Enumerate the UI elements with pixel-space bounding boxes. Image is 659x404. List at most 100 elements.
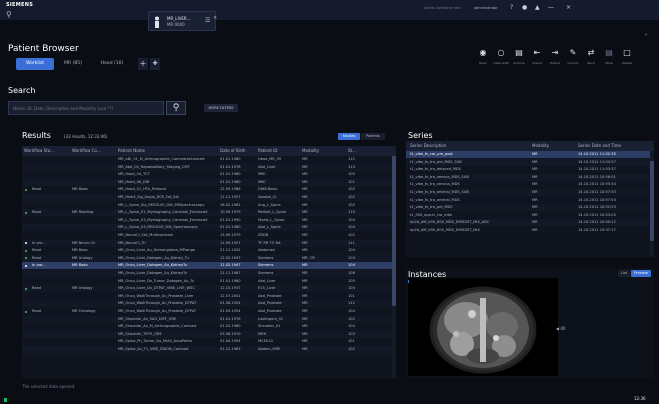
results-cell-comment: MR Basic [72, 248, 89, 253]
table-row[interactable]: MR_Shoulder_TR75_GRE 03.06.1970 MRH MR 103 [22, 330, 396, 338]
tab-mr[interactable]: MR (85) [56, 58, 90, 70]
results-cell-mod: MR [302, 210, 308, 215]
list-icon[interactable]: ☰ [205, 18, 211, 24]
results-scrollbar[interactable] [392, 156, 396, 378]
series-row[interactable]: ep2d_diff_b50_800_MDS_DYNDIST_MIX_ADC MR 1… [406, 219, 654, 227]
series-row[interactable]: t1_vibe_fs_tra_pre_MDS_SUB MR 14.10.2011 1… [406, 158, 654, 166]
table-row[interactable]: In pro... MR Basic MR_Onco_Liver_Dotagen_A… [22, 262, 396, 270]
series-col-mod[interactable]: Modality [532, 141, 578, 151]
series-scrollbar[interactable] [650, 151, 654, 257]
export-icon[interactable]: ⇥ [546, 48, 564, 57]
transfer-icon[interactable]: ⇄ [582, 48, 600, 57]
list-view-button[interactable]: List [618, 270, 630, 277]
search-input[interactable] [8, 101, 164, 115]
results-cell-dob: 01.12.1983 [220, 347, 241, 351]
user-icon[interactable]: ● [522, 4, 527, 11]
series-cell-desc: t1_vibe_fs_tra_arterial_MDS_SUB [410, 190, 469, 194]
table-row[interactable]: Read MR Urology MR_Onco_Liver_Dx_DTPAT_VIB… [22, 285, 396, 293]
more-filters-button[interactable]: MORE FILTERS [204, 104, 238, 112]
series-row[interactable]: t1_vibe_fs_cor_pre_post MR 14.10.2011 11:0… [406, 151, 654, 158]
pin-tab-button[interactable]: ✚ [150, 58, 160, 70]
brand-logo: SIEMENS [6, 2, 34, 8]
results-col-mod[interactable]: Modality [302, 146, 346, 156]
table-row[interactable]: Read MR Basic MR_Onco_Liver_Au_Hemangioma_… [22, 247, 396, 254]
open-icon[interactable]: ◉ [474, 48, 492, 57]
table-row[interactable]: MR_Shoulder_Ax_M_Arthrographie_Contrast 0… [22, 323, 396, 330]
series-row[interactable]: ep2d_diff_b50_800_MDS_DYNDIST_MIX MR 14.10… [406, 227, 654, 234]
series-col-desc[interactable]: Series Description [410, 141, 530, 151]
table-row[interactable]: MR_NeuroCI_Std_Multicontrast 13.09.1979 ZR… [22, 232, 396, 239]
series-row[interactable]: t1_vibe_fs_tra_pre_MDS MR 14.10.2011 10:52… [406, 204, 654, 212]
settings-icon[interactable]: ▲ [535, 4, 540, 11]
search-button[interactable]: ⚲ [166, 101, 186, 115]
results-cell-name: MR_NeuroCI_Std_Multicontrast [118, 233, 173, 237]
series-cell-date: 14.10.2011 10:53:03 [578, 212, 616, 217]
results-cell-comment [72, 232, 118, 239]
minimize-icon[interactable]: — [548, 4, 554, 11]
studies-toggle[interactable]: Studies [338, 133, 360, 140]
expand-icon[interactable]: ↗ [644, 32, 647, 37]
series-row[interactable]: t1_vibe_fs_tra_arterial_MDS MR 14.10.2011 … [406, 197, 654, 204]
results-col-comment[interactable]: Workflow Co... [72, 146, 118, 156]
results-cell-dob: 01.04.1954 [220, 339, 241, 344]
archive-icon[interactable]: ▤ [510, 48, 528, 57]
add-tab-button[interactable]: + [138, 58, 148, 70]
table-row[interactable]: MR_Spine_Ax_T1_VIBE_DIXON_Contrast 01.12.… [22, 346, 396, 353]
table-row[interactable]: MR_Abd_04_Hepatobiliary_Staging_CMT 01.01… [22, 163, 396, 171]
series-col-date[interactable]: Series Date and Time [578, 141, 648, 151]
series-row[interactable]: t1_vibe_fs_tra_venous_MDS_SUB MR 14.10.201… [406, 173, 654, 181]
table-row[interactable]: MR_Heart_Sig_Angio_DCE_Fat_Sat 11.11.1957… [22, 194, 396, 201]
help-icon[interactable]: ? [510, 4, 513, 11]
table-row[interactable]: MR_L_Spine_03_RESOLVE_DW_Spectroscopy 01.… [22, 224, 396, 232]
close-patient-icon[interactable]: × [213, 15, 217, 21]
table-row[interactable]: Read MR Oncology MR_Onco_WalkThrough_Au_Pr… [22, 308, 396, 315]
series-row[interactable]: t1_vibe_fs_tra_delayed_MDS MR 14.10.2011 1… [406, 166, 654, 173]
table-row[interactable]: MR_Spine_Pn_Tumor_Dx_Multi_AutoPelvis 01.… [22, 338, 396, 345]
results-col-pid[interactable]: Patient ID [258, 146, 300, 156]
series-cell-mod: MR [532, 212, 538, 217]
import-icon[interactable]: ⇤ [528, 48, 546, 57]
table-row[interactable]: MR_aBr_01_M_Arthrographie_Contrastenhanc… [22, 156, 396, 163]
open-with-icon[interactable]: ○ [492, 48, 510, 57]
results-cell-mod: MR [302, 202, 308, 207]
edit-icon[interactable]: ✎ [564, 48, 582, 57]
delete-icon[interactable]: □ [618, 48, 636, 57]
results-col-dob[interactable]: Date of Birth [220, 146, 258, 156]
results-cell-st: 102 [348, 347, 355, 351]
table-row[interactable]: In pro... MR Neuro Ch MR_NeuroCI_Tri 11.09.… [22, 239, 396, 247]
tab-worklist[interactable]: Worklist [16, 58, 54, 70]
workflow-status-dot [25, 211, 27, 214]
results-col-st[interactable]: St... [348, 146, 388, 156]
mri-preview-image[interactable] [408, 278, 558, 376]
more-icon[interactable]: ▤ [600, 48, 618, 57]
search-icon[interactable]: ⚲ [6, 10, 15, 19]
close-icon[interactable]: × [566, 4, 571, 11]
table-row[interactable]: MR_Onco_Liver_Dotagen_Au_KidneyTu 21.11.1… [22, 270, 396, 277]
table-row[interactable]: MR_Head_04_TCT 01.01.1980 MRC MR 105 [22, 171, 396, 178]
patient-chip[interactable]: MR_LIVER... MR 0000 ☰ × [148, 11, 217, 31]
table-row[interactable]: Read MR Urology MR_Onco_Liver_Dotagen_Au_K… [22, 254, 396, 262]
table-row[interactable]: MR_L_Spine_Sig_RESOLVE_DW_MRSpectroscopy… [22, 202, 396, 209]
table-row[interactable]: MR_L_Spine_03_Myelography_Contrast_Enhan… [22, 217, 396, 224]
results-cell-comment: MR Neuro Ch [72, 240, 96, 245]
table-row[interactable]: MR_Head_06_Diff 01.01.1980 MRC MR 101 [22, 178, 396, 186]
results-cell-st: 102 [348, 316, 355, 321]
results-cell-comment [72, 164, 118, 171]
patients-toggle[interactable]: Patients [361, 133, 385, 140]
table-row[interactable]: MR_Onco_Liver_Dx_Tumor_Dotagen_Au_Tu 01.0… [22, 278, 396, 285]
table-row[interactable]: MR_Shoulder_Ax_SAG_DIFF_GRE 01.01.1976 Las… [22, 315, 396, 323]
table-row[interactable]: Read MR Reading MR_L_Spine_01_Myelography_… [22, 209, 396, 217]
table-row[interactable]: MR_Onco_WalkThrough_Au_Prostate_DTPAT 01.… [22, 300, 396, 308]
series-row[interactable]: t1_vibe_fs_tra_arterial_MDS_SUB MR 14.10.2… [406, 189, 654, 196]
series-scroll-thumb[interactable] [650, 161, 654, 241]
results-cell-dob: 01.05.1954 [220, 309, 241, 313]
tab-head[interactable]: Head (10) [92, 58, 132, 70]
preview-view-button[interactable]: Preview [631, 270, 651, 277]
results-scroll-thumb[interactable] [392, 156, 396, 306]
series-row[interactable]: t1_fl2d_opp-in_tra_mbh MR 14.10.2011 10:53… [406, 212, 654, 219]
results-col-status[interactable]: Workflow Sta... [24, 146, 72, 156]
series-row[interactable]: t1_vibe_fs_tra_venous_MDS MR 14.10.2011 10… [406, 181, 654, 188]
table-row[interactable]: MR_Onco_WalkThrough_Au_Prostate_Liver 12.… [22, 293, 396, 300]
results-col-name[interactable]: Patient Name [118, 146, 220, 156]
table-row[interactable]: Read MR Basic MR_Head_01_HTA_Protocol 12.05… [22, 186, 396, 193]
